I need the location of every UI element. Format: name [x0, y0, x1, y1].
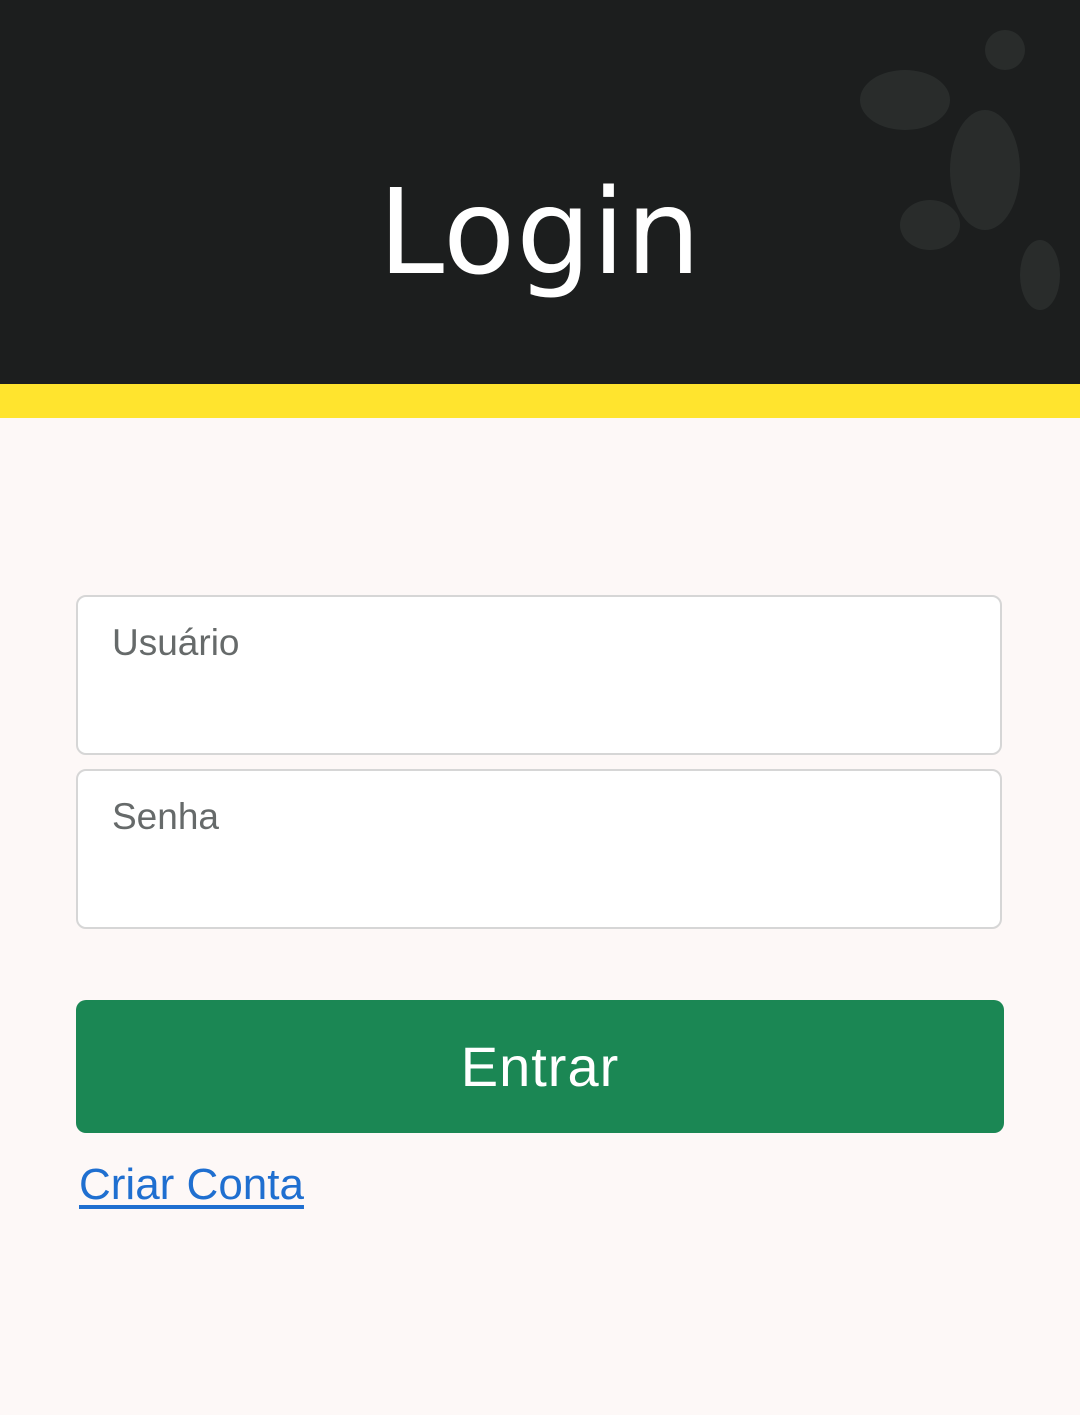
create-account-link[interactable]: Criar Conta — [79, 1160, 304, 1210]
password-input[interactable] — [112, 791, 962, 843]
login-button-label: Entrar — [460, 1035, 620, 1098]
header-banner: Login — [0, 0, 1080, 384]
username-input[interactable] — [112, 617, 962, 669]
accent-divider — [0, 384, 1080, 418]
password-field[interactable] — [76, 769, 1002, 929]
page-title: Login — [378, 163, 702, 302]
login-button[interactable]: Entrar — [76, 1000, 1004, 1133]
username-field[interactable] — [76, 595, 1002, 755]
